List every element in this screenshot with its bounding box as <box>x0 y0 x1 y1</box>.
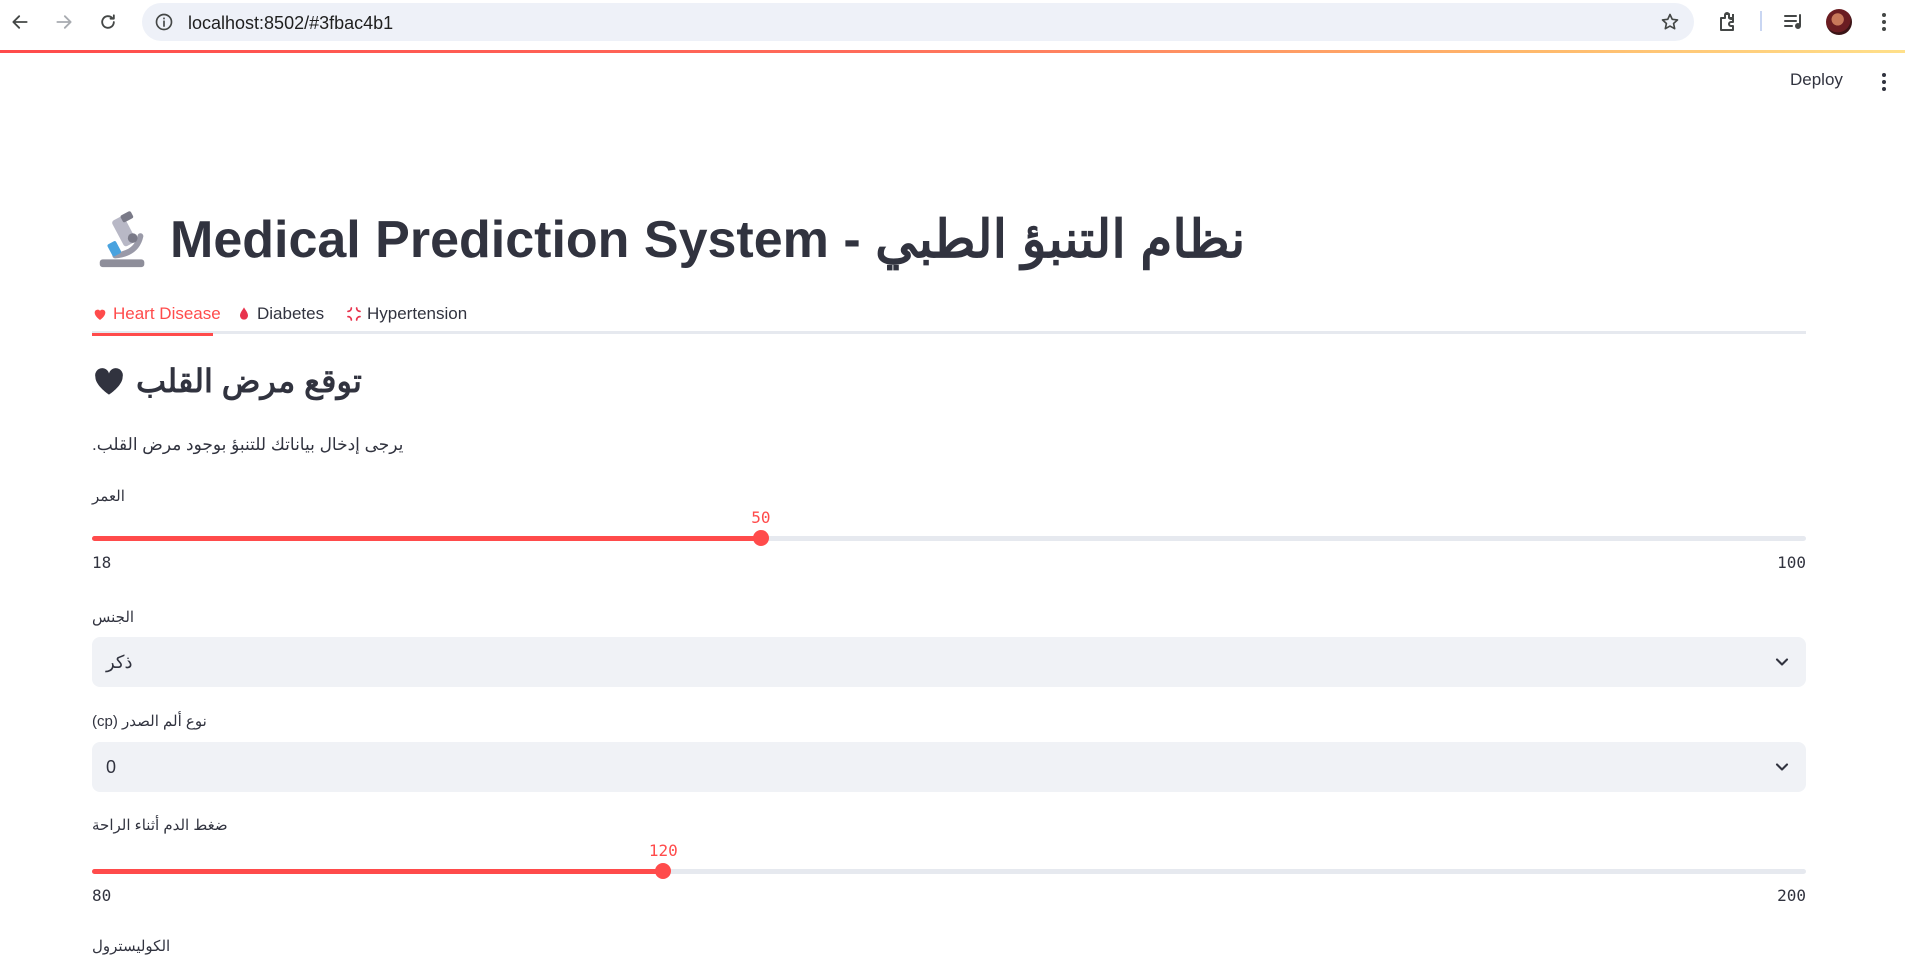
back-button[interactable] <box>4 6 36 38</box>
dot-icon <box>1882 73 1886 77</box>
chol-label: الكوليسترول <box>92 938 171 955</box>
slider-fill <box>92 869 664 874</box>
url-text[interactable]: localhost:8502/#3fbac4b1 <box>188 13 393 34</box>
tab-heart-disease[interactable]: Heart Disease <box>92 294 221 334</box>
app-decoration-bar <box>0 50 1905 53</box>
slider-thumb[interactable] <box>752 530 769 546</box>
sex-label: الجنس <box>92 609 135 626</box>
tab-hypertension[interactable]: Hypertension <box>346 294 467 334</box>
chevron-down-icon <box>1775 763 1789 771</box>
sex-select-value: ذكر <box>106 652 133 672</box>
reload-button[interactable] <box>92 6 124 38</box>
cp-select-value: 0 <box>106 757 117 777</box>
active-tab-indicator <box>92 333 213 336</box>
page-title: Medical Prediction System - نظام التنبؤ … <box>170 211 1246 269</box>
tab-label: Hypertension <box>367 304 468 323</box>
reload-icon <box>101 14 115 29</box>
dot-icon <box>1882 20 1886 24</box>
arrow-right-icon <box>56 15 72 29</box>
forward-button[interactable] <box>48 6 80 38</box>
site-info-icon[interactable] <box>154 12 174 32</box>
slider-value: 50 <box>751 508 771 527</box>
tab-bar: Heart Disease Diabetes Hypertension <box>92 294 1806 334</box>
chevron-down-icon <box>1775 658 1789 666</box>
intro-text: يرجى إدخال بياناتك للتنبؤ بوجود مرض القل… <box>92 435 404 454</box>
arrow-left-icon <box>12 15 28 29</box>
browser-toolbar: localhost:8502/#3fbac4b1 <box>0 0 1905 44</box>
slider-max: 100 <box>1777 553 1806 572</box>
heart-icon <box>94 309 106 320</box>
dot-icon <box>1882 80 1886 84</box>
profile-avatar[interactable] <box>1826 9 1852 35</box>
app-menu-button[interactable] <box>1874 70 1894 94</box>
tab-label: Heart Disease <box>113 304 221 323</box>
trestbps-label: ضغط الدم أثناء الراحة <box>92 817 228 834</box>
toolbar-divider <box>1760 11 1762 31</box>
drop-icon <box>240 307 248 320</box>
dot-icon <box>1882 87 1886 91</box>
anger-icon <box>347 307 361 321</box>
slider-thumb[interactable] <box>655 863 672 879</box>
sex-select[interactable]: ذكر <box>92 637 1806 687</box>
dot-icon <box>1882 13 1886 17</box>
section-heading-text: توقع مرض القلب <box>136 363 362 399</box>
address-bar[interactable]: localhost:8502/#3fbac4b1 <box>142 3 1694 41</box>
bookmark-star-icon[interactable] <box>1660 12 1680 32</box>
browser-menu-button[interactable] <box>1874 10 1894 34</box>
cp-select[interactable]: 0 <box>92 742 1806 792</box>
age-slider[interactable]: 50 18 100 <box>92 508 1806 572</box>
slider-min: 80 <box>92 886 112 905</box>
slider-fill <box>92 536 761 541</box>
page-title-row: Medical Prediction System - نظام التنبؤ … <box>92 200 1245 280</box>
black-heart-icon <box>95 368 123 395</box>
deploy-button[interactable]: Deploy <box>1790 70 1843 90</box>
age-label: العمر <box>92 488 125 505</box>
trestbps-slider[interactable]: 120 80 200 <box>92 841 1806 905</box>
cp-label: نوع ألم الصدر (cp) <box>92 713 207 730</box>
microscope-icon <box>99 211 145 268</box>
media-controls-icon[interactable] <box>1782 10 1806 34</box>
slider-min: 18 <box>92 553 112 572</box>
dot-icon <box>1882 27 1886 31</box>
extensions-icon[interactable] <box>1716 10 1740 34</box>
tab-label: Diabetes <box>257 304 325 323</box>
section-heading: توقع مرض القلب <box>92 362 362 400</box>
slider-value: 120 <box>648 841 678 860</box>
slider-max: 200 <box>1777 886 1806 905</box>
tab-diabetes[interactable]: Diabetes <box>236 294 324 334</box>
